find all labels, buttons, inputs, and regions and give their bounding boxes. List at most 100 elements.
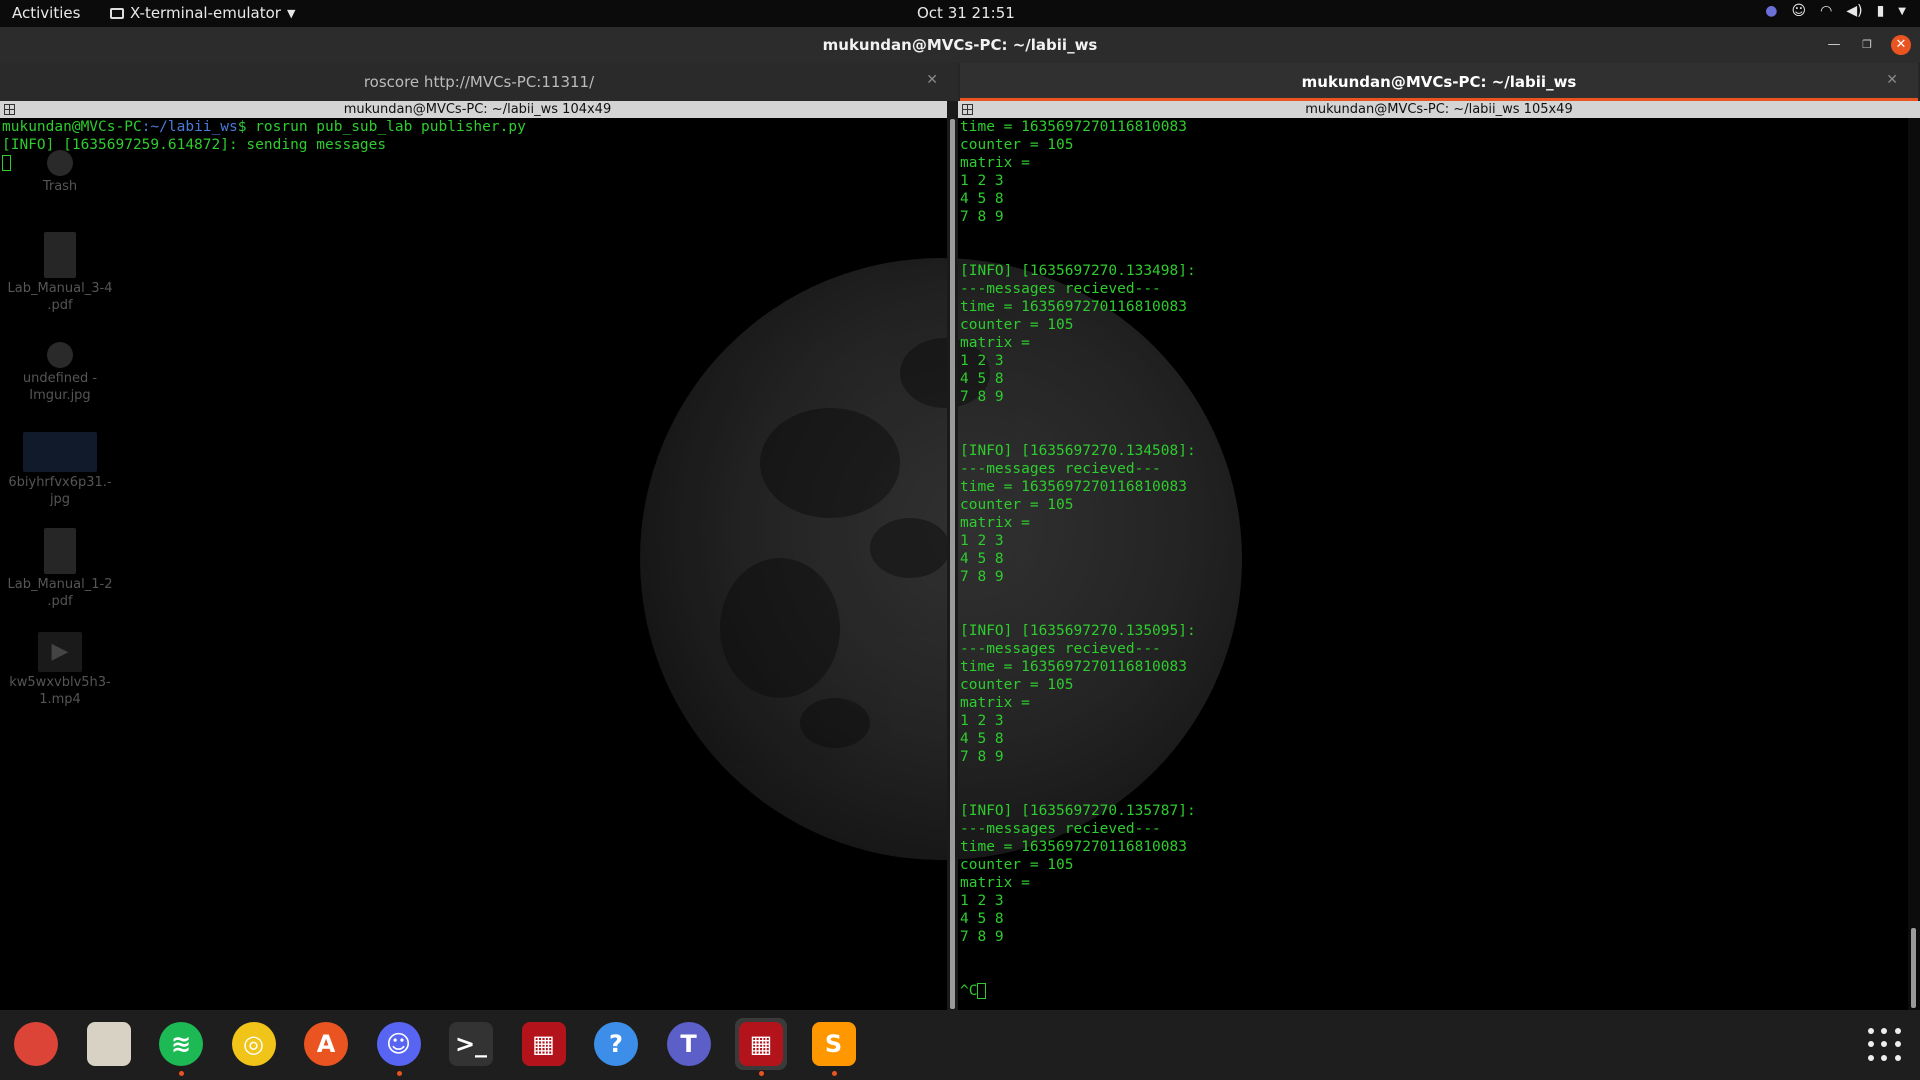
clock[interactable]: Oct 31 21:51	[917, 4, 1015, 22]
terminal-output-line: 4 5 8	[960, 371, 1004, 387]
running-indicator	[179, 1071, 184, 1076]
terminal-output-line: time = 1635697270116810083	[960, 659, 1187, 675]
terminal-output-line: 1 2 3	[960, 353, 1004, 369]
rhythmbox-launcher[interactable]: ◎	[228, 1018, 280, 1070]
close-button[interactable]: ✕	[1891, 35, 1911, 55]
tab-bar: roscore http://MVCs-PC:11311/ ✕ mukundan…	[0, 63, 1920, 101]
volume-icon[interactable]: ◀)	[1846, 3, 1862, 19]
terminal-output-line: [INFO] [1635697270.135095]:	[960, 623, 1196, 639]
tab-labii-ws[interactable]: mukundan@MVCs-PC: ~/labii_ws ✕	[960, 63, 1918, 101]
activities-button[interactable]: Activities	[12, 4, 80, 22]
window-title: mukundan@MVCs-PC: ~/labii_ws	[822, 36, 1098, 54]
terminal-launcher[interactable]: >_	[445, 1018, 497, 1070]
grid-icon[interactable]	[962, 104, 973, 115]
terminal-output-line: counter = 105	[960, 497, 1074, 513]
terminal-output-line: matrix =	[960, 875, 1030, 891]
terminal-output-line: 7 8 9	[960, 389, 1004, 405]
terminator-active-icon: ▦	[739, 1022, 783, 1066]
top-bar: Activities X-terminal-emulator ▼ Oct 31 …	[0, 0, 1920, 27]
teams-icon: T	[666, 1022, 711, 1066]
minimize-button[interactable]: —	[1824, 35, 1844, 55]
left-pane-header[interactable]: mukundan@MVCs-PC: ~/labii_ws 104x49	[0, 101, 955, 118]
terminal-output-line: 4 5 8	[960, 731, 1004, 747]
terminal-output-line: [INFO] [1635697270.135787]:	[960, 803, 1196, 819]
left-terminal-pane[interactable]: mukundan@MVCs-PC:~/labii_ws$ rosrun pub_…	[0, 118, 945, 1010]
chevron-down-icon[interactable]: ▼	[1898, 6, 1906, 17]
sublime-text-launcher[interactable]: S	[808, 1018, 860, 1076]
rhythmbox-icon: ◎	[231, 1022, 276, 1066]
terminal-output-line: 1 2 3	[960, 173, 1004, 189]
prompt-path: :~/labii_ws	[141, 119, 238, 135]
tab-roscore[interactable]: roscore http://MVCs-PC:11311/ ✕	[0, 63, 958, 101]
terminal-output-line: 4 5 8	[960, 551, 1004, 567]
close-icon[interactable]: ✕	[926, 72, 938, 88]
discord-launcher[interactable]: ☺	[373, 1018, 425, 1076]
terminal-output-line: [INFO] [1635697259.614872]: sending mess…	[2, 137, 387, 153]
teams-launcher[interactable]: T	[663, 1018, 715, 1070]
tab-label: mukundan@MVCs-PC: ~/labii_ws	[1301, 73, 1577, 91]
teams-tray-icon[interactable]: ●	[1765, 3, 1777, 19]
chrome-icon	[14, 1022, 58, 1066]
running-indicator	[396, 1071, 402, 1076]
cursor	[977, 983, 987, 999]
terminal-output-line: 4 5 8	[960, 911, 1004, 927]
pane-divider-scrollbar[interactable]	[947, 101, 958, 1010]
battery-icon[interactable]: ▮	[1877, 3, 1885, 19]
right-scrollbar[interactable]	[1908, 118, 1920, 1010]
terminal-output-line: matrix =	[960, 515, 1030, 531]
grid-icon[interactable]	[4, 104, 15, 115]
software-center-launcher[interactable]: A	[300, 1018, 352, 1070]
right-terminal-pane[interactable]: time = 1635697270116810083 counter = 105 m…	[958, 118, 1908, 1010]
wifi-icon[interactable]: ◠	[1820, 3, 1832, 19]
app-menu[interactable]: X-terminal-emulator ▼	[110, 4, 295, 22]
sublime-text-icon: S	[811, 1022, 856, 1066]
terminal-output-line: 1 2 3	[960, 713, 1004, 729]
terminator-launcher[interactable]: ▦	[518, 1018, 570, 1070]
running-indicator	[759, 1071, 764, 1076]
terminal-output-line: time = 1635697270116810083	[960, 299, 1187, 315]
discord-tray-icon[interactable]: ☺	[1792, 3, 1807, 19]
app-menu-label: X-terminal-emulator	[130, 4, 281, 22]
help-icon: ?	[594, 1022, 638, 1066]
right-pane-header[interactable]: mukundan@MVCs-PC: ~/labii_ws 105x49	[958, 101, 1920, 118]
prompt-user: mukundan@MVCs-PC	[2, 119, 142, 135]
terminal-output-line: [INFO] [1635697270.134508]:	[960, 443, 1196, 459]
dock: ≋ ◎ A ☺ >_ ▦? T ▦ S	[0, 1010, 1920, 1080]
window-titlebar[interactable]: mukundan@MVCs-PC: ~/labii_ws — ❐ ✕	[0, 27, 1920, 63]
terminal-output-line: ---messages recieved---	[960, 281, 1161, 297]
spotify-launcher[interactable]: ≋	[155, 1018, 207, 1076]
scrollbar-thumb[interactable]	[950, 119, 955, 1009]
system-tray[interactable]: ● ☺ ◠ ◀) ▮ ▼	[1765, 3, 1906, 19]
right-pane-title: mukundan@MVCs-PC: ~/labii_ws 105x49	[1305, 102, 1573, 117]
help-launcher[interactable]: ?	[590, 1018, 642, 1070]
terminal-output-line: matrix =	[960, 695, 1030, 711]
terminator-active-launcher[interactable]: ▦	[735, 1018, 787, 1076]
software-center-icon: A	[304, 1022, 348, 1066]
terminal-output-line: 4 5 8	[960, 191, 1004, 207]
chrome-launcher[interactable]	[10, 1018, 62, 1070]
terminator-icon: ▦	[521, 1022, 566, 1066]
maximize-button[interactable]: ❐	[1857, 35, 1877, 55]
terminal-cursor-line	[0, 154, 945, 172]
terminal-output-line: time = 1635697270116810083	[960, 119, 1187, 135]
tab-label: roscore http://MVCs-PC:11311/	[363, 73, 595, 91]
terminal-output-line: [INFO] [1635697270.133498]:	[960, 263, 1196, 279]
terminal-output-line: time = 1635697270116810083	[960, 839, 1187, 855]
scrollbar-thumb[interactable]	[1911, 928, 1916, 1008]
terminal-output-line: ---messages recieved---	[960, 461, 1161, 477]
close-icon[interactable]: ✕	[1886, 72, 1898, 88]
chevron-down-icon: ▼	[286, 6, 296, 20]
files-launcher[interactable]	[83, 1018, 135, 1070]
interrupt-text: ^C	[960, 983, 978, 999]
show-applications-button[interactable]	[1868, 1028, 1902, 1062]
terminal-output-line: 1 2 3	[960, 893, 1004, 909]
cursor	[2, 155, 11, 171]
